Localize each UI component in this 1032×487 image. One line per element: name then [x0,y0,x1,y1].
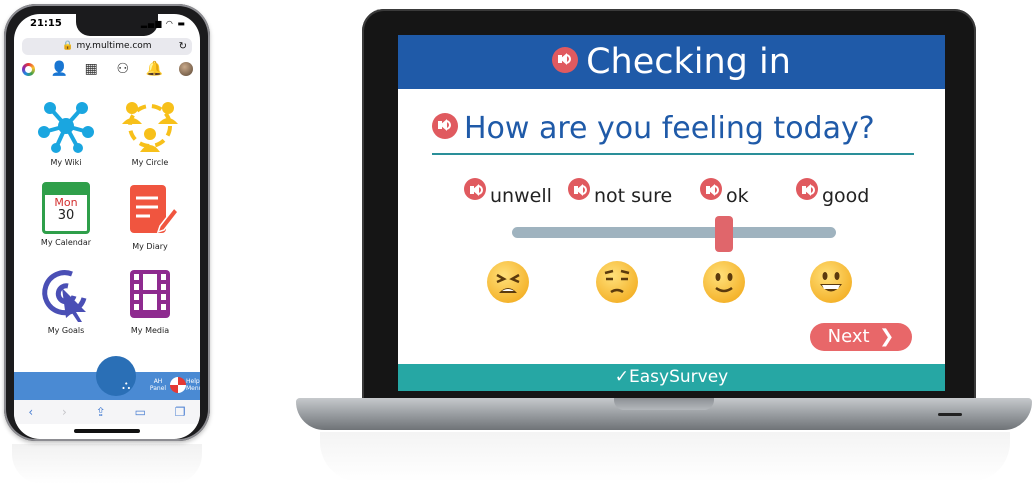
question-label: How are you feeling today? [464,111,875,146]
tabs-icon[interactable]: ❐ [175,405,186,419]
speaker-icon[interactable] [796,177,818,200]
film-icon [120,266,180,322]
phone-screen: 21:15 ▂▄▆ ◠ ▬ 🔒 my.multime.com ↻ 👤 ▦ ⚇ 🔔 [14,14,200,439]
user-search-icon[interactable]: 👤 [51,61,68,77]
bookmarks-icon[interactable]: ▭ [135,405,146,419]
app-tile-wiki[interactable]: My Wiki [26,98,106,167]
reload-icon[interactable]: ↻ [179,38,187,55]
status-icons: ▂▄▆ ◠ ▬ [140,19,186,28]
target-icon [36,266,96,322]
app-toolbar: 👤 ▦ ⚇ 🔔 [20,60,194,78]
app-label-wiki: My Wiki [50,158,82,167]
hierarchy-icon[interactable]: ⛬ [122,378,130,393]
laptop-reflection [320,432,1010,482]
divider [432,153,914,155]
option-label: not sure [594,185,673,207]
phone-reflection [12,444,202,484]
option-good[interactable]: good [796,177,870,208]
option-ok[interactable]: ok [700,177,749,208]
ah-panel-label[interactable]: AH Panel [146,378,170,392]
speaker-icon[interactable] [432,112,458,139]
survey-screen: Checking in How are you feeling today? u… [398,35,945,391]
lifebuoy-icon[interactable] [170,377,186,393]
calendar-icon: Mon 30 [42,182,90,234]
app-tile-circle[interactable]: My Circle [110,98,190,167]
app-tile-diary[interactable]: My Diary [110,182,190,251]
calendar-date: 30 [57,208,75,223]
forward-icon[interactable]: › [62,405,67,419]
next-label: Next [827,326,870,347]
speaker-icon[interactable] [700,177,722,200]
app-tile-calendar[interactable]: Mon 30 My Calendar [26,182,106,247]
unamused-face-icon[interactable] [596,261,638,303]
slight-smile-icon[interactable] [703,261,745,303]
laptop-notch [614,398,714,410]
share-icon[interactable]: ⇪ [96,405,106,419]
option-label: good [822,185,870,207]
option-label: unwell [490,185,552,207]
brand-label: EasySurvey [629,367,729,387]
speaker-icon[interactable] [568,177,590,200]
speaker-icon[interactable] [552,47,579,73]
survey-header: Checking in [398,35,945,89]
browser-toolbar: ‹ › ⇪ ▭ ❐ [14,400,200,424]
option-unwell[interactable]: unwell [464,177,552,208]
next-button[interactable]: Next ❯ [810,323,912,351]
phone-device: 21:15 ▂▄▆ ◠ ▬ 🔒 my.multime.com ↻ 👤 ▦ ⚇ 🔔 [4,4,210,441]
speaker-icon[interactable] [464,177,486,200]
back-icon[interactable]: ‹ [28,405,33,419]
app-tile-goals[interactable]: My Goals [26,266,106,335]
app-label-media: My Media [130,326,170,335]
feeling-slider-track[interactable] [512,227,836,238]
people-icon[interactable]: ⚇ [115,61,131,77]
survey-title: Checking in [586,42,791,82]
option-label: ok [726,185,749,207]
laptop-indicator [938,413,962,416]
address-bar[interactable]: 🔒 my.multime.com ↻ [22,38,192,55]
multime-logo-icon[interactable] [20,61,36,77]
home-indicator [74,429,140,433]
feeling-slider-thumb[interactable] [715,216,733,252]
people-circle-icon [120,98,180,154]
diary-icon [120,182,180,238]
app-label-calendar: My Calendar [40,238,92,247]
chevron-right-icon: ❯ [879,326,895,347]
url-text: my.multime.com [76,41,152,51]
tired-face-icon[interactable] [487,261,529,303]
app-tile-media[interactable]: My Media [110,266,190,335]
bell-icon[interactable]: 🔔 [146,61,163,77]
help-menu-label[interactable]: Help Menu [186,378,200,392]
survey-footer: ✓EasySurvey [398,364,945,391]
lock-icon: 🔒 [62,41,74,51]
app-label-goals: My Goals [47,326,85,335]
grinning-face-icon[interactable] [810,261,852,303]
avatar[interactable] [178,61,194,77]
app-label-diary: My Diary [132,242,168,251]
grid-icon[interactable]: ▦ [83,61,99,77]
status-time: 21:15 [30,18,62,29]
question-text: How are you feeling today? [432,111,875,146]
app-label-circle: My Circle [131,158,169,167]
option-not-sure[interactable]: not sure [568,177,673,208]
network-icon [36,98,96,154]
check-circle-icon: ✓ [614,367,630,387]
